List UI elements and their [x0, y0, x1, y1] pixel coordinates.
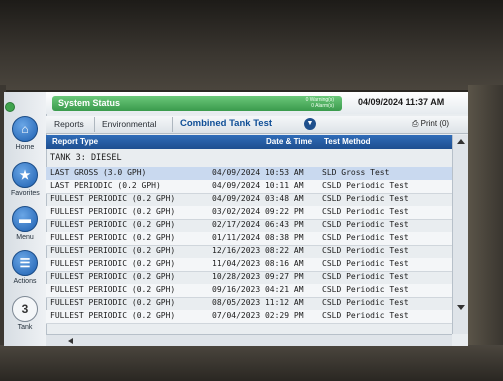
table-row[interactable]: FULLEST PERIODIC (0.2 GPH) 02/17/2024 06:… [46, 219, 452, 233]
table-row[interactable]: FULLEST PERIODIC (0.2 GPH) 08/05/2023 11:… [46, 297, 452, 311]
table-row[interactable]: FULLEST PERIODIC (0.2 GPH) 11/04/2023 08:… [46, 258, 452, 272]
cell-type: LAST PERIODIC (0.2 GPH) [50, 181, 161, 190]
nav-menu-label: Menu [16, 234, 34, 241]
cell-datetime: 04/09/2024 10:53 AM [212, 168, 304, 177]
printer-icon: ⎙ [412, 119, 419, 128]
cell-type: FULLEST PERIODIC (0.2 GPH) [50, 298, 176, 307]
system-status-title: System Status [58, 98, 121, 108]
monitor-bezel-bottom [0, 345, 503, 381]
cell-method: CSLD Periodic Test [322, 272, 409, 281]
cell-type: FULLEST PERIODIC (0.2 GPH) [50, 207, 176, 216]
cell-method: CSLD Periodic Test [322, 311, 409, 320]
cell-method: CSLD Periodic Test [322, 233, 409, 242]
tank-number-badge: 3 [12, 296, 38, 322]
cell-datetime: 09/16/2023 04:21 AM [212, 285, 304, 294]
monitor-bezel-right [468, 85, 503, 350]
cell-datetime: 02/17/2024 06:43 PM [212, 220, 304, 229]
table-row[interactable]: FULLEST PERIODIC (0.2 GPH) 09/16/2023 04:… [46, 284, 452, 298]
tab-reports[interactable]: Reports [54, 119, 84, 129]
report-table-body: TANK 3: DIESEL LAST GROSS (3.0 GPH) 04/09… [46, 149, 452, 334]
nav-home-label: Home [15, 144, 35, 151]
cell-type: LAST GROSS (3.0 GPH) [50, 168, 147, 177]
nav-tank-button[interactable]: 3 Tank [11, 296, 39, 331]
cell-datetime: 04/09/2024 10:11 AM [212, 181, 304, 190]
cell-datetime: 03/02/2024 09:22 PM [212, 207, 304, 216]
cell-datetime: 10/28/2023 09:27 PM [212, 272, 304, 281]
status-datetime: 04/09/2024 11:37 AM [358, 97, 445, 107]
table-row[interactable]: FULLEST PERIODIC (0.2 GPH) 04/09/2024 03:… [46, 193, 452, 207]
status-bar: System Status 0 Warning(s) 0 Alarm(s) 04… [46, 92, 468, 114]
cell-method: CSLD Periodic Test [322, 259, 409, 268]
nav-tank-label: Tank [17, 324, 33, 331]
cell-type: FULLEST PERIODIC (0.2 GPH) [50, 194, 176, 203]
col-report-type[interactable]: Report Type [52, 137, 98, 146]
scroll-up-icon[interactable] [457, 139, 465, 144]
cell-datetime: 12/16/2023 08:22 AM [212, 246, 304, 255]
cell-datetime: 04/09/2024 03:48 AM [212, 194, 304, 203]
monitor-bezel-top [0, 0, 503, 90]
status-indicator-icon [5, 102, 15, 112]
table-header: Report Type Date & Time Test Method [46, 135, 452, 149]
cell-type: FULLEST PERIODIC (0.2 GPH) [50, 311, 176, 320]
tab-divider [94, 117, 95, 132]
system-status-button[interactable]: System Status 0 Warning(s) 0 Alarm(s) [52, 96, 342, 111]
nav-actions-label: Actions [13, 278, 37, 285]
cell-method: SLD Gross Test [322, 168, 390, 177]
table-row[interactable]: FULLEST PERIODIC (0.2 GPH) 12/16/2023 08:… [46, 245, 452, 259]
cell-datetime: 07/04/2023 02:29 PM [212, 311, 304, 320]
col-test-method[interactable]: Test Method [324, 137, 371, 146]
chevron-down-icon[interactable]: ▼ [304, 118, 316, 130]
cell-type: FULLEST PERIODIC (0.2 GPH) [50, 220, 176, 229]
star-icon: ★ [12, 162, 38, 188]
nav-favorites-button[interactable]: ★ Favorites [11, 162, 40, 197]
console-screen: ⌂ Home ★ Favorites ▬ Menu ☰ Actions 3 Ta… [4, 92, 468, 346]
cell-method: CSLD Periodic Test [322, 207, 409, 216]
nav-favorites-label: Favorites [11, 190, 40, 197]
cell-datetime: 11/04/2023 08:16 AM [212, 259, 304, 268]
col-date-time[interactable]: Date & Time [266, 137, 312, 146]
cell-method: CSLD Periodic Test [322, 285, 409, 294]
table-row[interactable]: FULLEST PERIODIC (0.2 GPH) 01/11/2024 08:… [46, 232, 452, 246]
nav-menu-button[interactable]: ▬ Menu [11, 206, 39, 241]
nav-home-button[interactable]: ⌂ Home [11, 116, 39, 151]
cell-type: FULLEST PERIODIC (0.2 GPH) [50, 246, 176, 255]
cell-method: CSLD Periodic Test [322, 298, 409, 307]
cell-datetime: 01/11/2024 08:38 PM [212, 233, 304, 242]
table-row[interactable]: FULLEST PERIODIC (0.2 GPH) 07/04/2023 02:… [46, 310, 452, 324]
nav-actions-button[interactable]: ☰ Actions [11, 250, 39, 285]
scroll-down-icon[interactable] [457, 305, 465, 310]
table-row[interactable]: FULLEST PERIODIC (0.2 GPH) 10/28/2023 09:… [46, 271, 452, 285]
table-row[interactable]: LAST PERIODIC (0.2 GPH) 04/09/2024 10:11 … [46, 180, 452, 194]
cell-method: CSLD Periodic Test [322, 246, 409, 255]
tank-group-label: TANK 3: DIESEL [50, 153, 122, 163]
cell-type: FULLEST PERIODIC (0.2 GPH) [50, 285, 176, 294]
cell-method: CSLD Periodic Test [322, 194, 409, 203]
list-icon: ☰ [12, 250, 38, 276]
print-button[interactable]: ⎙ Print (0) [412, 119, 449, 129]
cell-method: CSLD Periodic Test [322, 220, 409, 229]
cell-method: CSLD Periodic Test [322, 181, 409, 190]
table-row[interactable]: FULLEST PERIODIC (0.2 GPH) 03/02/2024 09:… [46, 206, 452, 220]
scroll-left-icon[interactable] [68, 338, 73, 344]
home-icon: ⌂ [12, 116, 38, 142]
breadcrumb: Reports Environmental Combined Tank Test… [46, 116, 468, 134]
tab-divider [172, 117, 173, 132]
alarm-counts: 0 Warning(s) 0 Alarm(s) [306, 97, 334, 109]
print-label: Print (0) [420, 119, 450, 128]
tab-environmental[interactable]: Environmental [102, 119, 156, 129]
alarm-count: 0 Alarm(s) [311, 103, 334, 109]
cell-datetime: 08/05/2023 11:12 AM [212, 298, 304, 307]
left-nav: ⌂ Home ★ Favorites ▬ Menu ☰ Actions 3 Ta… [4, 92, 47, 346]
tab-combined-tank-test[interactable]: Combined Tank Test [180, 118, 272, 129]
menu-icon: ▬ [12, 206, 38, 232]
cell-type: FULLEST PERIODIC (0.2 GPH) [50, 233, 176, 242]
horizontal-scrollbar[interactable] [46, 334, 452, 346]
cell-type: FULLEST PERIODIC (0.2 GPH) [50, 259, 176, 268]
vertical-scrollbar[interactable] [452, 135, 468, 334]
table-row[interactable]: LAST GROSS (3.0 GPH) 04/09/2024 10:53 AM S… [46, 167, 452, 181]
cell-type: FULLEST PERIODIC (0.2 GPH) [50, 272, 176, 281]
